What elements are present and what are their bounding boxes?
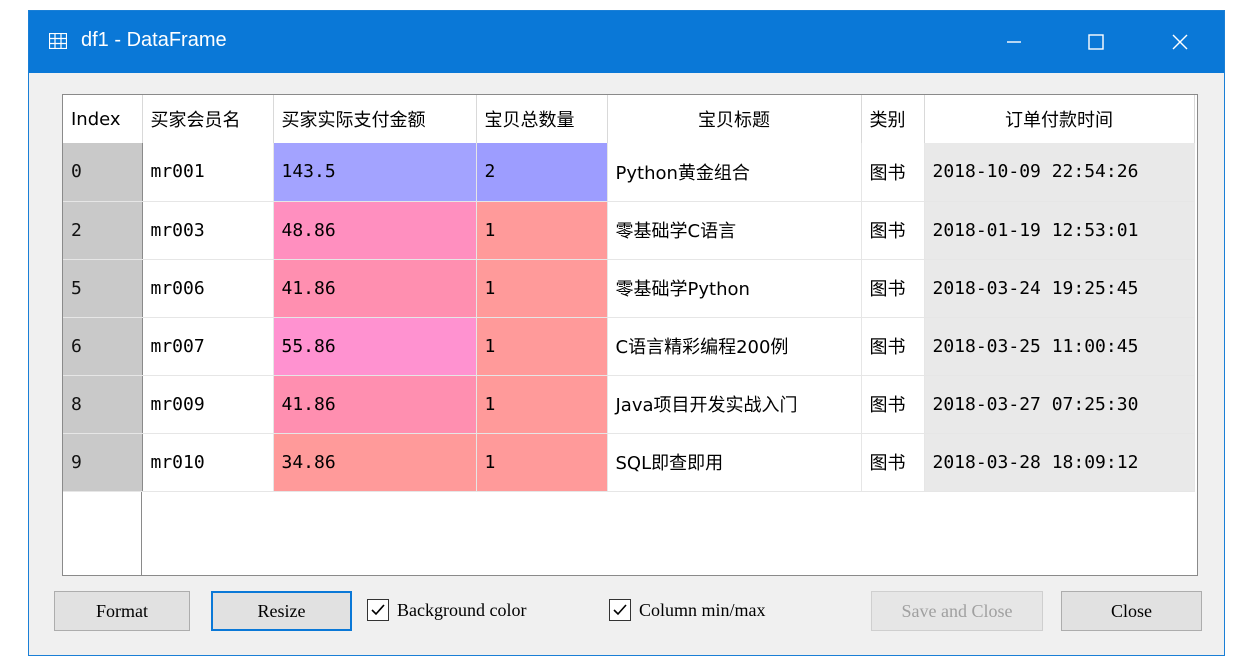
checkmark-icon — [613, 604, 627, 616]
count-cell[interactable]: 1 — [476, 375, 608, 434]
index-cell[interactable]: 8 — [63, 375, 143, 434]
column-header-count[interactable]: 宝贝总数量 — [476, 95, 608, 143]
category-cell[interactable]: 图书 — [861, 375, 925, 434]
member-cell[interactable]: mr001 — [142, 143, 274, 202]
amount-cell[interactable]: 41.86 — [273, 375, 477, 434]
column-minmax-label: Column min/max — [639, 599, 766, 620]
amount-cell[interactable]: 55.86 — [273, 317, 477, 376]
index-cell[interactable]: 5 — [63, 259, 143, 318]
category-cell[interactable]: 图书 — [861, 259, 925, 318]
column-header-amount[interactable]: 买家实际支付金额 — [273, 95, 477, 143]
member-cell[interactable]: mr010 — [142, 433, 274, 492]
time-cell[interactable]: 2018-03-24 19:25:45 — [924, 259, 1195, 318]
index-cell[interactable]: 2 — [63, 201, 143, 260]
table-icon — [49, 33, 67, 49]
minimize-button[interactable] — [979, 11, 1049, 73]
time-cell[interactable]: 2018-01-19 12:53:01 — [924, 201, 1195, 260]
background-color-checkbox[interactable]: Background color — [367, 595, 526, 625]
title-cell[interactable]: C语言精彩编程200例 — [607, 317, 862, 376]
time-cell[interactable]: 2018-03-27 07:25:30 — [924, 375, 1195, 434]
checkbox-box[interactable] — [609, 599, 631, 621]
index-cell[interactable]: 9 — [63, 433, 143, 492]
title-cell[interactable]: Java项目开发实战入门 — [607, 375, 862, 434]
column-minmax-checkbox[interactable]: Column min/max — [609, 595, 766, 625]
category-cell[interactable]: 图书 — [861, 433, 925, 492]
title-cell[interactable]: 零基础学C语言 — [607, 201, 862, 260]
format-button[interactable]: Format — [54, 591, 190, 631]
member-cell[interactable]: mr009 — [142, 375, 274, 434]
column-header-index[interactable]: Index — [63, 95, 143, 143]
window-title: df1 - DataFrame — [81, 29, 227, 51]
column-header-member[interactable]: 买家会员名 — [142, 95, 274, 143]
amount-cell[interactable]: 34.86 — [273, 433, 477, 492]
header-row: Index 买家会员名 买家实际支付金额 宝贝总数量 宝贝标题 类别 订单付款时… — [63, 95, 1195, 143]
amount-cell[interactable]: 41.86 — [273, 259, 477, 318]
category-cell[interactable]: 图书 — [861, 201, 925, 260]
member-cell[interactable]: mr007 — [142, 317, 274, 376]
column-header-category[interactable]: 类别 — [861, 95, 925, 143]
close-icon — [1172, 34, 1188, 50]
checkmark-icon — [371, 604, 385, 616]
resize-button[interactable]: Resize — [211, 591, 352, 631]
close-window-button[interactable] — [1145, 11, 1215, 73]
column-header-time[interactable]: 订单付款时间 — [924, 95, 1195, 143]
count-cell[interactable]: 1 — [476, 433, 608, 492]
count-cell[interactable]: 2 — [476, 143, 608, 202]
minimize-icon — [1007, 41, 1021, 43]
dataframe-grid: Index 买家会员名 买家实际支付金额 宝贝总数量 宝贝标题 类别 订单付款时… — [63, 95, 1195, 492]
member-cell[interactable]: mr006 — [142, 259, 274, 318]
checkbox-box[interactable] — [367, 599, 389, 621]
title-cell[interactable]: SQL即查即用 — [607, 433, 862, 492]
table-row[interactable]: 6 mr007 55.86 1 C语言精彩编程200例 图书 2018-03-25 11:0… — [63, 317, 1195, 376]
count-cell[interactable]: 1 — [476, 201, 608, 260]
maximize-button[interactable] — [1061, 11, 1131, 73]
dataframe-table-area[interactable]: Index 买家会员名 买家实际支付金额 宝贝总数量 宝贝标题 类别 订单付款时… — [62, 94, 1198, 576]
count-cell[interactable]: 1 — [476, 317, 608, 376]
time-cell[interactable]: 2018-10-09 22:54:26 — [924, 143, 1195, 202]
amount-cell[interactable]: 143.5 — [273, 143, 477, 202]
background-color-label: Background color — [397, 599, 527, 620]
title-bar[interactable]: df1 - DataFrame — [29, 11, 1224, 73]
table-row[interactable]: 0 mr001 143.5 2 Python黄金组合 图书 2018-10-09 22:54… — [63, 143, 1195, 202]
title-cell[interactable]: 零基础学Python — [607, 259, 862, 318]
table-row[interactable]: 8 mr009 41.86 1 Java项目开发实战入门 图书 2018-03-27 07:… — [63, 375, 1195, 434]
table-row[interactable]: 5 mr006 41.86 1 零基础学Python 图书 2018-03-24 19:25… — [63, 259, 1195, 318]
table-row[interactable]: 9 mr010 34.86 1 SQL即查即用 图书 2018-03-28 18:09:12 — [63, 433, 1195, 492]
index-cell[interactable]: 0 — [63, 143, 143, 202]
time-cell[interactable]: 2018-03-28 18:09:12 — [924, 433, 1195, 492]
save-and-close-button[interactable]: Save and Close — [871, 591, 1043, 631]
column-header-title[interactable]: 宝贝标题 — [607, 95, 862, 143]
table-row[interactable]: 2 mr003 48.86 1 零基础学C语言 图书 2018-01-19 12:53:01 — [63, 201, 1195, 260]
maximize-icon — [1088, 34, 1104, 50]
title-cell[interactable]: Python黄金组合 — [607, 143, 862, 202]
index-cell[interactable]: 6 — [63, 317, 143, 376]
close-button[interactable]: Close — [1061, 591, 1202, 631]
count-cell[interactable]: 1 — [476, 259, 608, 318]
amount-cell[interactable]: 48.86 — [273, 201, 477, 260]
bottom-toolbar: Format Resize Background color Column mi… — [29, 581, 1224, 651]
dataframe-window: df1 - DataFrame Index 买家会员名 买家实际支付金额 宝贝总… — [28, 10, 1225, 656]
category-cell[interactable]: 图书 — [861, 317, 925, 376]
time-cell[interactable]: 2018-03-25 11:00:45 — [924, 317, 1195, 376]
category-cell[interactable]: 图书 — [861, 143, 925, 202]
member-cell[interactable]: mr003 — [142, 201, 274, 260]
